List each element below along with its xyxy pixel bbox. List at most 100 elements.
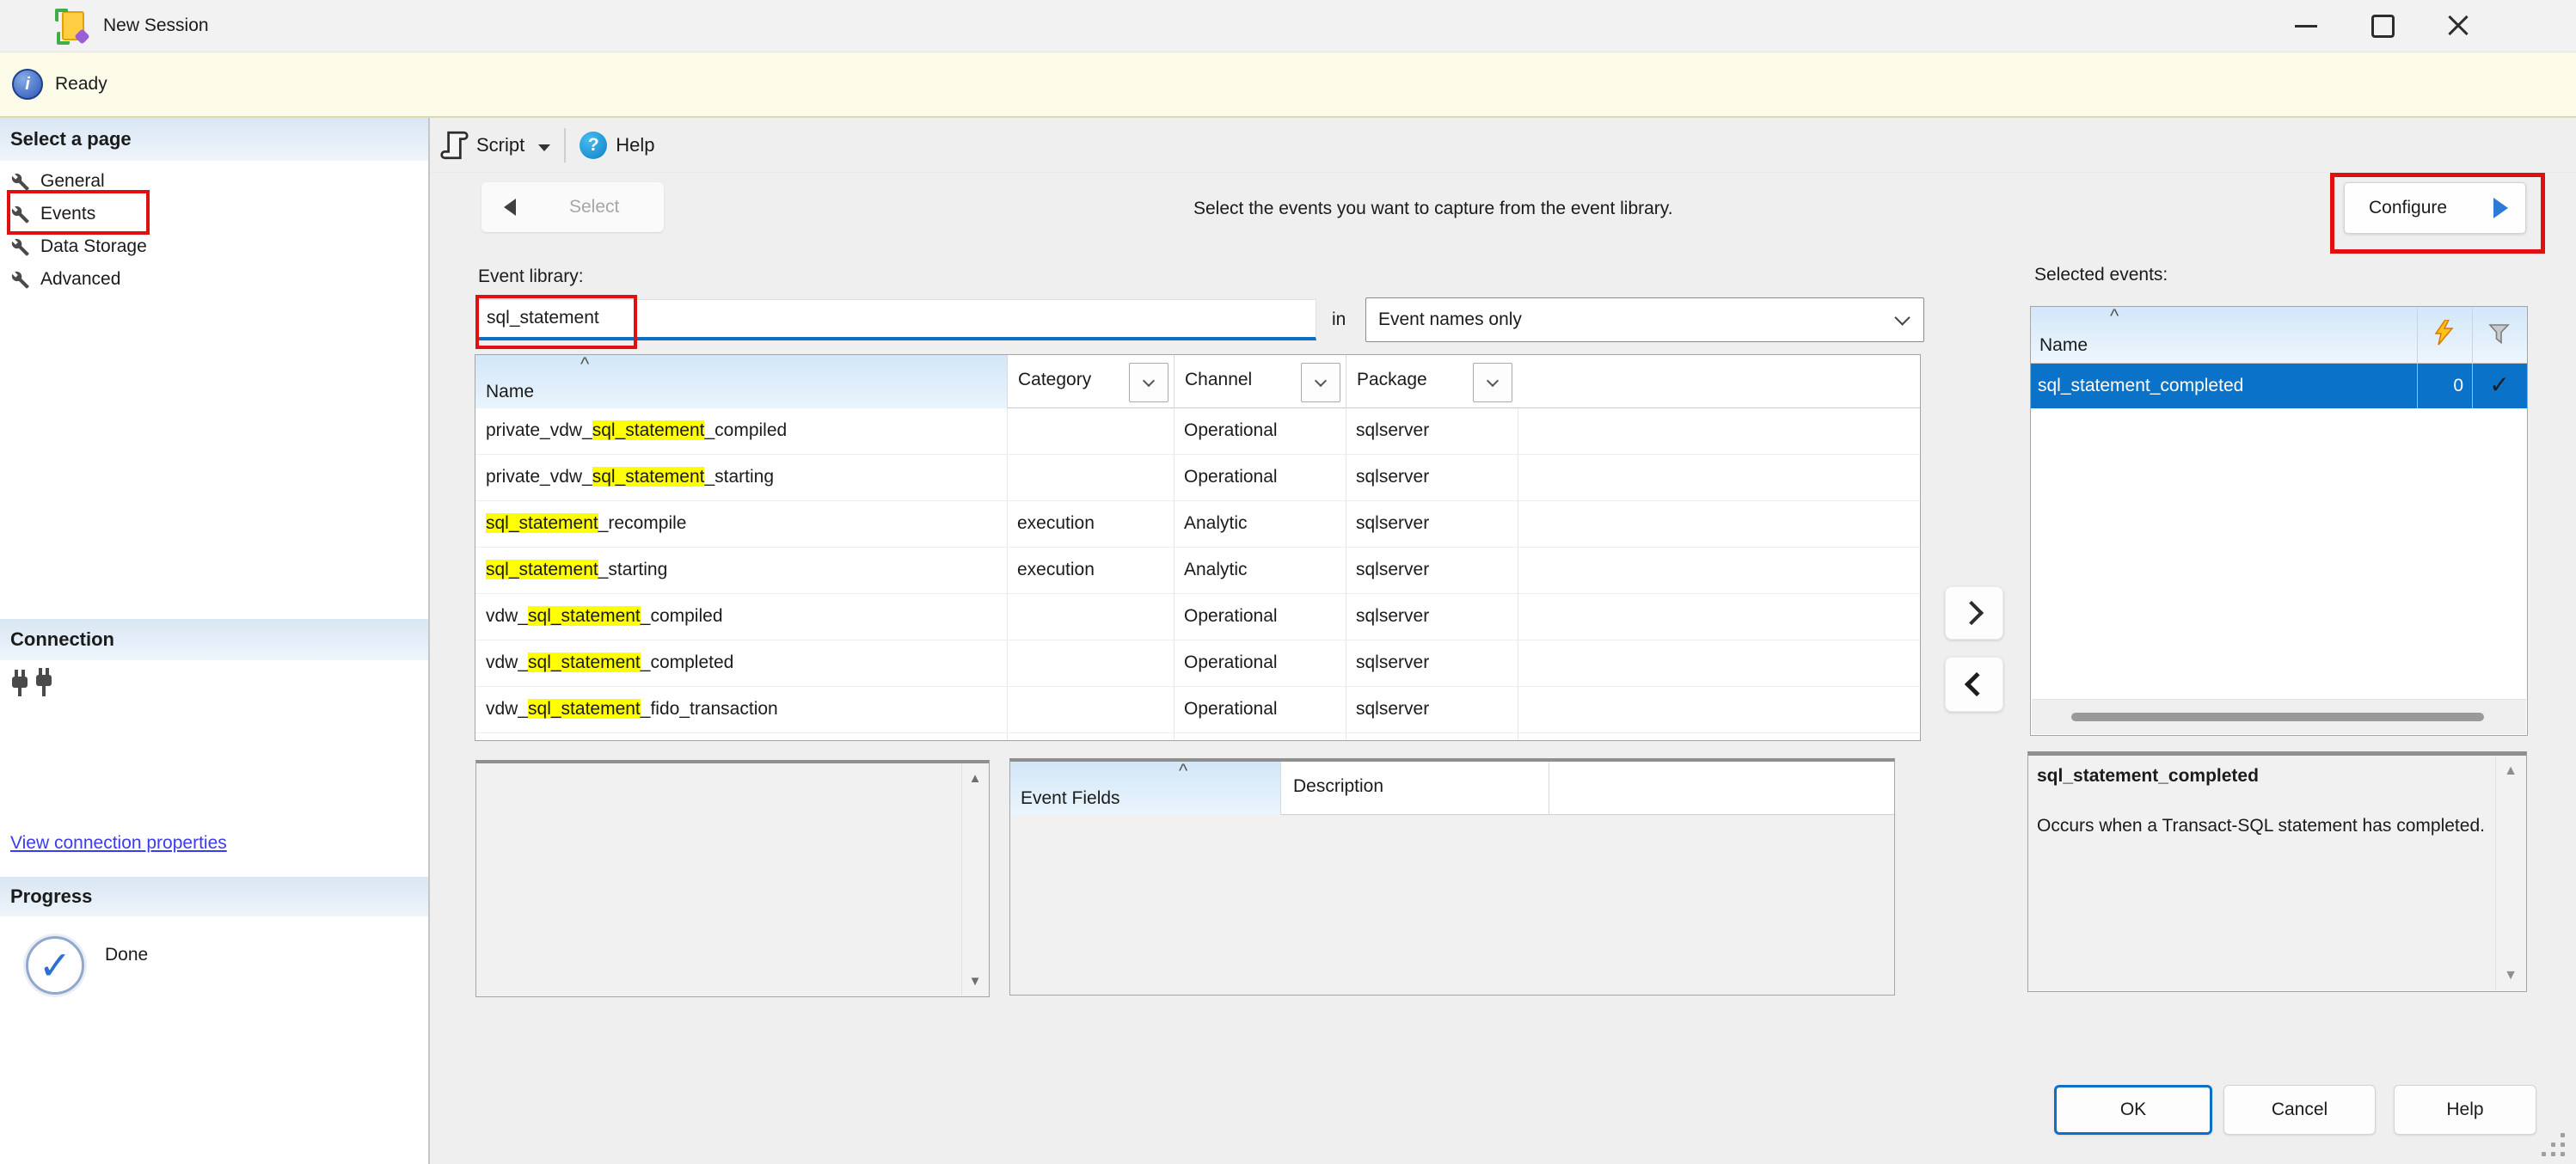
- gridline: [2472, 307, 2473, 364]
- cancel-button[interactable]: Cancel: [2223, 1085, 2376, 1135]
- table-row[interactable]: vdw_sql_statement_compiled Operational s…: [475, 594, 1920, 640]
- filter-dropdown-button[interactable]: [1301, 363, 1340, 402]
- scroll-up-icon[interactable]: ▲: [2496, 763, 2525, 779]
- wrench-icon: [7, 235, 31, 259]
- toolbar-separator: [564, 128, 566, 162]
- column-header-event-fields[interactable]: ^ Event Fields: [1010, 762, 1280, 815]
- table-row[interactable]: private_vdw_sql_statement_starting Opera…: [475, 455, 1920, 501]
- close-button[interactable]: [2421, 0, 2495, 52]
- event-library-table: ^ Name Category Channel Package private_…: [475, 354, 1921, 741]
- search-match-highlight: sql_statement: [528, 652, 641, 672]
- table-row[interactable]: private_vdw_sql_statement_compiled Opera…: [475, 408, 1920, 455]
- sidebar-item-data-storage[interactable]: Data Storage: [7, 230, 377, 263]
- in-label: in: [1332, 309, 1346, 330]
- action-count: 0: [2417, 364, 2472, 408]
- table-row[interactable]: vdw_sql_statement_completed Operational …: [475, 640, 1920, 687]
- table-row[interactable]: sql_statement_recompile execution Analyt…: [475, 501, 1920, 548]
- filter-dropdown-button[interactable]: [1473, 363, 1512, 402]
- chevron-right-icon: [1960, 601, 1984, 625]
- connection-plug-icon: [12, 668, 57, 704]
- search-scope-select[interactable]: Event names only: [1365, 297, 1924, 342]
- filter-dropdown-button[interactable]: [1129, 363, 1168, 402]
- chevron-left-icon: [1965, 672, 1989, 696]
- maximize-button[interactable]: [2346, 0, 2420, 52]
- column-header-description[interactable]: Description: [1280, 762, 1549, 815]
- table-row[interactable]: vdw_sql_statement_fido_transaction Opera…: [475, 687, 1920, 733]
- info-icon: i: [12, 69, 43, 100]
- column-header-package[interactable]: Package: [1346, 355, 1518, 408]
- connection-header: Connection: [0, 619, 428, 660]
- column-header-category[interactable]: Category: [1007, 355, 1174, 408]
- done-check-icon: ✓: [26, 936, 84, 995]
- selected-events-label: Selected events:: [2034, 265, 2168, 285]
- chevron-down-icon: [1894, 309, 1910, 325]
- table-row[interactable]: sql_statement_starting execution Analyti…: [475, 548, 1920, 594]
- check-icon: ✓: [2472, 364, 2527, 407]
- minimize-button[interactable]: [2269, 0, 2343, 52]
- gridline: [2417, 307, 2418, 364]
- view-connection-properties-link[interactable]: View connection properties: [10, 833, 227, 854]
- chevron-down-icon: [1315, 375, 1327, 387]
- title-bar: New Session: [0, 0, 2576, 52]
- sidebar-item-label: Events: [40, 204, 95, 224]
- event-description-title: sql_statement_completed: [2037, 766, 2259, 787]
- status-text: Ready: [55, 74, 107, 95]
- help-button[interactable]: Help: [2394, 1085, 2536, 1135]
- sidebar-item-general[interactable]: General: [7, 165, 377, 198]
- help-toolbar-button[interactable]: Help: [616, 134, 654, 156]
- column-header-name[interactable]: Name: [2039, 335, 2088, 356]
- gridline: [2417, 364, 2418, 408]
- sidebar-item-label: Data Storage: [40, 236, 147, 257]
- add-event-button[interactable]: [1945, 586, 2003, 640]
- event-description-body: Occurs when a Transact-SQL statement has…: [2037, 812, 2488, 839]
- filter-funnel-icon: [2488, 324, 2511, 350]
- scroll-down-icon[interactable]: ▼: [962, 974, 988, 989]
- sidebar-item-advanced[interactable]: Advanced: [7, 263, 377, 296]
- wrench-icon: [7, 202, 31, 226]
- search-match-highlight: sql_statement: [486, 560, 598, 579]
- chevron-down-icon[interactable]: [538, 144, 550, 151]
- horizontal-scrollbar[interactable]: [2032, 699, 2526, 734]
- table-header-row: ^ Name Category Channel Package: [475, 355, 1920, 408]
- column-header-channel[interactable]: Channel: [1174, 355, 1346, 408]
- event-fields-panel: ^ Event Fields Description: [1009, 758, 1895, 996]
- search-match-highlight: sql_statement: [592, 467, 705, 487]
- window-title: New Session: [103, 0, 209, 52]
- sidebar-item-events[interactable]: Events: [7, 198, 377, 230]
- forward-arrow-icon: [2493, 198, 2508, 218]
- back-arrow-icon: [504, 199, 516, 216]
- maximize-icon: [2371, 15, 2395, 38]
- event-search-input[interactable]: [477, 299, 1316, 340]
- help-icon: ?: [580, 132, 607, 159]
- scroll-down-icon[interactable]: ▼: [2496, 968, 2525, 983]
- remove-event-button[interactable]: [1945, 657, 2003, 712]
- selected-event-row[interactable]: sql_statement_completed 0 ✓: [2031, 364, 2527, 408]
- wrench-icon: [7, 169, 31, 193]
- select-back-button[interactable]: Select: [481, 182, 664, 232]
- vertical-scrollbar[interactable]: ▲ ▼: [961, 764, 988, 996]
- sidebar-item-label: General: [40, 171, 105, 192]
- configure-button[interactable]: Configure: [2344, 182, 2526, 234]
- script-button[interactable]: Script: [476, 134, 524, 156]
- sort-asc-icon: ^: [1179, 760, 1187, 782]
- close-icon: [2445, 13, 2471, 39]
- search-match-highlight: sql_statement: [592, 420, 705, 440]
- chevron-down-icon: [1487, 375, 1499, 387]
- search-match-highlight: sql_statement: [486, 513, 598, 533]
- select-button-label: Select: [569, 197, 619, 217]
- selected-events-table: ^ Name sql_statement_completed 0 ✓: [2030, 306, 2528, 736]
- search-match-highlight: sql_statement: [528, 606, 641, 626]
- sidebar: Select a page General Events Data Storag…: [0, 118, 430, 1164]
- progress-status: Done: [105, 945, 148, 965]
- scroll-up-icon[interactable]: ▲: [962, 771, 988, 786]
- scrollbar-thumb[interactable]: [2071, 713, 2484, 721]
- vertical-scrollbar[interactable]: ▲ ▼: [2495, 757, 2525, 990]
- search-scope-value: Event names only: [1378, 309, 1522, 330]
- ok-button[interactable]: OK: [2054, 1085, 2212, 1135]
- resize-grip[interactable]: [2538, 1130, 2569, 1161]
- minimize-icon: [2295, 25, 2317, 28]
- column-header-name[interactable]: ^ Name: [475, 355, 1007, 408]
- sidebar-item-label: Advanced: [40, 269, 120, 290]
- event-details-panel: ▲ ▼: [475, 760, 990, 997]
- search-match-highlight: sql_statement: [528, 699, 641, 719]
